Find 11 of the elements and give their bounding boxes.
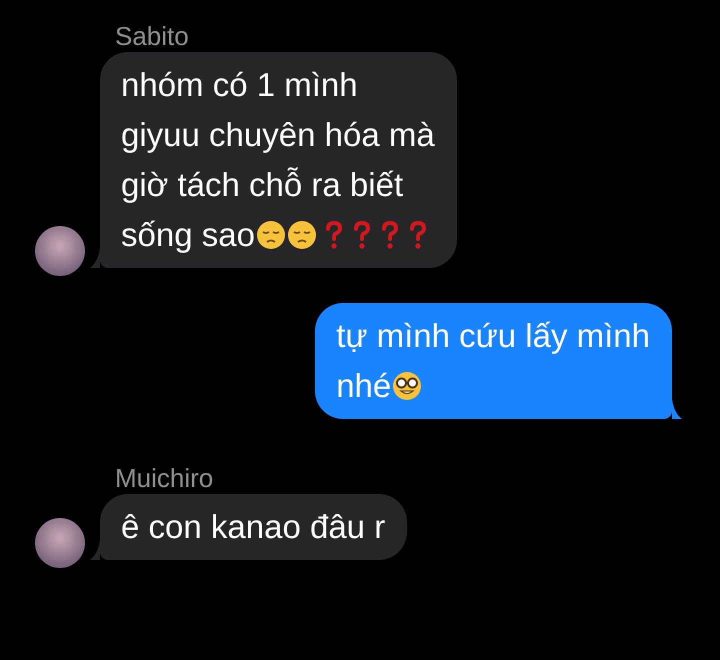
message-text: sống sao: [121, 216, 255, 253]
pensive-face-icon: [256, 220, 286, 250]
pensive-face-icon: [286, 220, 317, 250]
message-text: nhé: [336, 367, 392, 404]
message-text: tự mình cứu lấy mình: [336, 316, 650, 356]
nerd-face-icon: [392, 371, 422, 401]
sender-name: Sabito: [115, 20, 190, 52]
avatar[interactable]: [35, 518, 85, 568]
avatar[interactable]: [35, 226, 85, 276]
message-text: ê con kanao đâu r: [121, 508, 386, 545]
sender-name: Muichiro: [115, 462, 214, 494]
